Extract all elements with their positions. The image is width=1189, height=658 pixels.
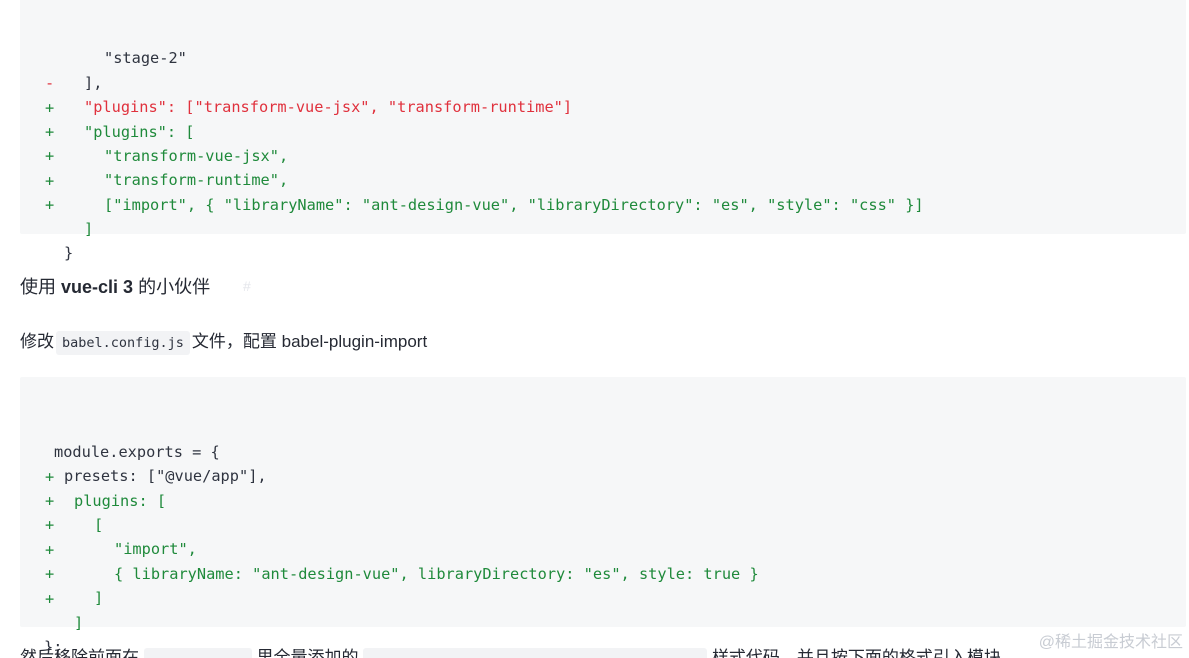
inline-code-placeholder [363, 647, 708, 658]
code-line: }; [20, 587, 62, 656]
heading-prefix: 使用 [20, 277, 62, 297]
code-text: } [64, 244, 74, 262]
code-text: "transform-vue-jsx", [104, 147, 289, 165]
code-block-babelrc-diff: "stage-2" ], - "plugins": ["transform-vu… [20, 0, 1186, 262]
code-text: { libraryName: "ant-design-vue", library… [114, 565, 759, 583]
code-text: ] [84, 220, 94, 238]
code-line: module.exports = { [20, 392, 220, 461]
code-text: plugins: [ [74, 492, 167, 510]
code-line: ], [20, 23, 102, 92]
code-line-added: + [ [20, 465, 103, 534]
code-line-added: + "transform-runtime", [20, 120, 288, 189]
code-line: presets: ["@vue/app"], [20, 416, 267, 485]
para-suffix: 文件，配置 babel-plugin-import [191, 332, 428, 351]
code-text: "import", [114, 540, 197, 558]
code-text: presets: ["@vue/app"], [64, 467, 267, 485]
section-heading: 使用 vue-cli 3 的小伙伴 [20, 273, 210, 301]
code-line: } [20, 193, 73, 262]
code-line-added: + ] [20, 563, 83, 632]
inline-code-filename: babel.config.js [56, 331, 190, 355]
para-prefix: 修改 [20, 332, 54, 351]
code-line-added: + { libraryName: "ant-design-vue", libra… [20, 514, 759, 583]
code-line-added: + plugins: [ [20, 441, 166, 510]
code-line-removed: - "plugins": ["transform-vue-jsx", "tran… [20, 47, 572, 116]
code-text: ] [74, 614, 84, 632]
code-text: "plugins": ["transform-vue-jsx", "transf… [84, 98, 573, 116]
code-line-added: + ["import", { "libraryName": "ant-desig… [20, 145, 924, 214]
code-line-added: + "import", [20, 489, 197, 558]
cut-text-3: 样式代码，并且按下面的格式引入模块 [711, 648, 1001, 658]
code-block-babel-config: module.exports = { presets: ["@vue/app"]… [20, 377, 1186, 656]
code-text: ] [94, 589, 104, 607]
cut-text-2: 里全量添加的 [256, 648, 359, 658]
heading-anchor-link[interactable]: # [243, 278, 251, 294]
code-text: ], [84, 74, 103, 92]
code-line-added: + ] [20, 538, 103, 607]
paragraph: 修改 babel.config.js 文件，配置 babel-plugin-impo… [20, 329, 427, 355]
code-text: "stage-2" [104, 49, 187, 67]
code-line-added: + "transform-vue-jsx", [20, 96, 288, 165]
code-text: [ [94, 516, 104, 534]
inline-code-placeholder [143, 647, 252, 658]
cut-text-1: 然后移除前面在 [20, 648, 139, 658]
heading-bold: vue-cli 3 [61, 277, 134, 297]
code-text: ["import", { "libraryName": "ant-design-… [104, 196, 924, 214]
watermark: @稀土掘金技术社区 [1038, 634, 1183, 651]
code-text: module.exports = { [54, 443, 220, 461]
code-line-added: + ] [20, 169, 93, 238]
code-line-added: + "plugins": [ [20, 72, 195, 141]
cut-off-paragraph: 然后移除前面在 里全量添加的 样式代码，并且按下面的格式引入模块 [20, 645, 1001, 658]
code-text: "transform-runtime", [104, 171, 289, 189]
heading-suffix: 的小伙伴 [133, 277, 211, 297]
code-line: "stage-2" [20, 0, 187, 67]
code-text: "plugins": [ [84, 123, 195, 141]
